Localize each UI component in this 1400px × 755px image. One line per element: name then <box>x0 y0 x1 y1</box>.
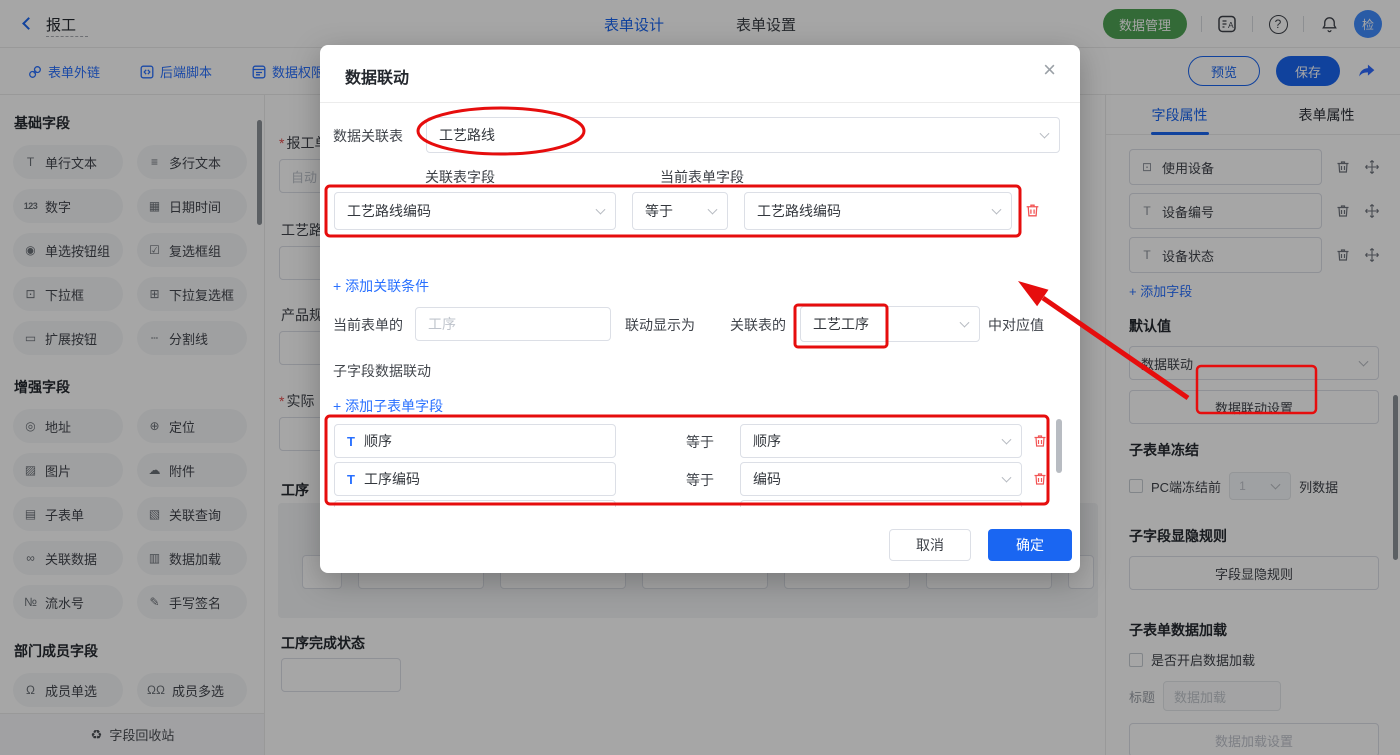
chevron-down-icon <box>959 317 970 328</box>
subfield-left-box-process-code[interactable]: T 工序编码 <box>334 462 616 496</box>
divider <box>320 102 1080 103</box>
delete-subfield-icon[interactable] <box>1032 471 1048 487</box>
add-condition-link[interactable]: + 添加关联条件 <box>333 276 429 296</box>
subfield-row-clipped <box>740 500 1022 507</box>
operator-text: 等于 <box>686 472 714 488</box>
chevron-down-icon <box>991 204 1002 215</box>
chevron-down-icon <box>1039 128 1050 139</box>
operator-text: 等于 <box>686 434 714 450</box>
display-field-input[interactable]: 工序 <box>415 307 611 341</box>
table-field-select[interactable]: 工艺工序 <box>800 306 980 342</box>
subfield-left-box-order[interactable]: T 顺序 <box>334 424 616 458</box>
condition-operator-select[interactable]: 等于 <box>632 192 728 230</box>
form-designer-screen: 报工 表单设计 表单设置 数据管理 A ? 检 表单外链 后端脚本 数据权限 预… <box>0 0 1400 755</box>
relation-table-select[interactable]: 工艺路线 <box>426 117 1060 153</box>
current-form-prefix-label: 当前表单的 <box>333 317 403 333</box>
corresponding-value-label: 中对应值 <box>988 317 1044 333</box>
display-as-label: 联动显示为 <box>625 317 695 333</box>
relation-field-column-header: 关联表字段 <box>425 169 495 185</box>
add-subform-field-link[interactable]: + 添加子表单字段 <box>333 396 443 416</box>
delete-subfield-icon[interactable] <box>1032 433 1048 449</box>
condition-right-select[interactable]: 工艺路线编码 <box>744 192 1012 230</box>
chevron-down-icon <box>1001 434 1012 445</box>
relation-table-label: 数据关联表 <box>333 128 403 144</box>
chevron-down-icon <box>595 204 606 215</box>
current-form-field-column-header: 当前表单字段 <box>660 169 744 185</box>
modal-scrollbar[interactable] <box>1056 419 1062 473</box>
confirm-button[interactable]: 确定 <box>988 529 1072 561</box>
text-field-icon: T <box>347 471 355 487</box>
data-linkage-modal: 数据联动 × 数据关联表 工艺路线 关联表字段 当前表单字段 工艺路线编码 等于… <box>320 45 1080 573</box>
delete-condition-icon[interactable] <box>1024 202 1041 219</box>
chevron-down-icon <box>1001 472 1012 483</box>
subfield-right-select-code[interactable]: 编码 <box>740 462 1022 496</box>
cancel-button[interactable]: 取消 <box>889 529 971 561</box>
modal-title: 数据联动 <box>345 70 410 87</box>
subfield-right-select-order[interactable]: 顺序 <box>740 424 1022 458</box>
subfield-linkage-heading: 子字段数据联动 <box>333 363 431 379</box>
close-icon[interactable]: × <box>1043 59 1056 81</box>
chevron-down-icon <box>707 204 718 215</box>
subfield-row-clipped <box>334 500 616 507</box>
text-field-icon: T <box>347 433 355 449</box>
relation-table-of-label: 关联表的 <box>730 317 786 333</box>
condition-left-select[interactable]: 工艺路线编码 <box>334 192 616 230</box>
